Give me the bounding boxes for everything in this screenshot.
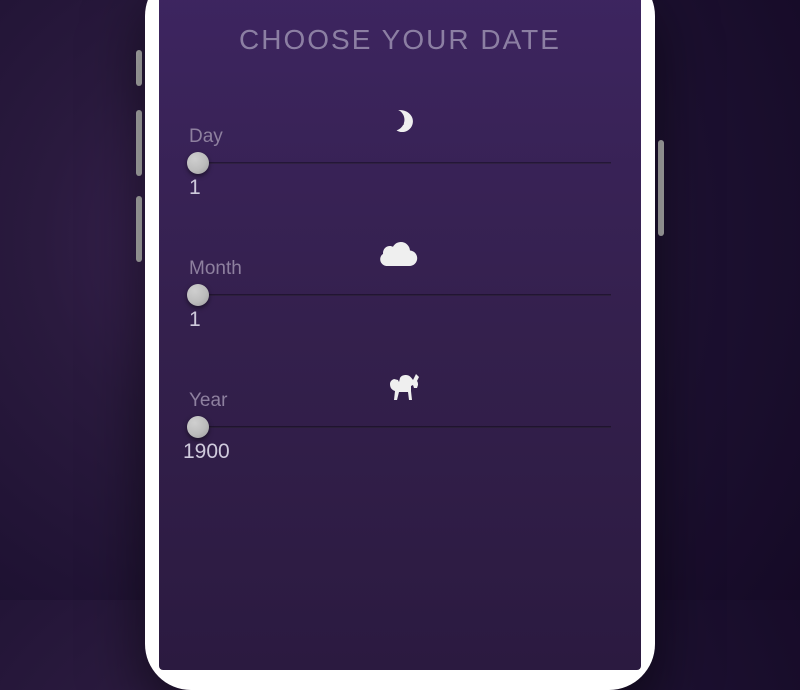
month-slider-row: Month 1 — [189, 258, 611, 332]
phone-volume-up — [136, 110, 142, 176]
phone-power-button — [658, 140, 664, 236]
year-slider-row: Year 1900 — [189, 390, 611, 464]
month-slider[interactable] — [189, 294, 611, 296]
moon-icon — [385, 108, 415, 143]
year-slider-thumb[interactable] — [187, 416, 209, 438]
month-value: 1 — [189, 308, 611, 332]
page-title: CHOOSE YOUR DATE — [189, 24, 611, 56]
app-screen: CHOOSE YOUR DATE Day 1 M — [159, 0, 641, 670]
day-value: 1 — [189, 176, 611, 200]
day-slider-thumb[interactable] — [187, 152, 209, 174]
phone-frame: CHOOSE YOUR DATE Day 1 M — [145, 0, 655, 690]
cloud-icon — [380, 240, 420, 273]
year-value: 1900 — [183, 440, 611, 464]
year-slider[interactable] — [189, 426, 611, 428]
day-slider-row: Day 1 — [189, 126, 611, 200]
month-slider-thumb[interactable] — [187, 284, 209, 306]
phone-volume-down — [136, 196, 142, 262]
phone-mute-switch — [136, 50, 142, 86]
day-slider[interactable] — [189, 162, 611, 164]
horse-icon — [380, 372, 420, 407]
